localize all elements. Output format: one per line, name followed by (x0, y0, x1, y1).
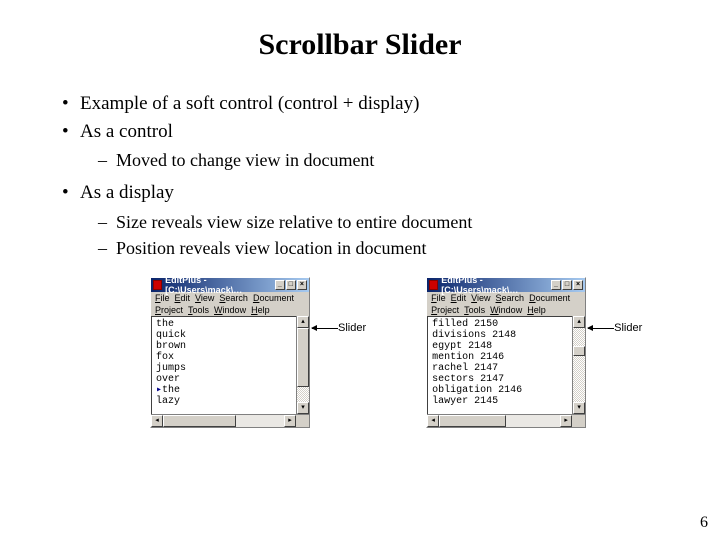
slider-callout: Slider (588, 322, 642, 334)
window-title: EditPlus - [C:\Users\mack\… (165, 275, 274, 295)
text-line: divisions 2148 (432, 330, 568, 341)
horizontal-scrollbar: ◂ ▸ (427, 414, 585, 427)
window-title: EditPlus - [C:\Users\mack\… (441, 275, 550, 295)
hscroll-track[interactable] (439, 415, 560, 427)
titlebar: EditPlus - [C:\Users\mack\… _ □ × (427, 278, 585, 292)
scroll-up-button[interactable]: ▴ (573, 316, 585, 328)
menubar-row2: Project Tools Window Help (427, 304, 585, 316)
text-line: fox (156, 352, 292, 363)
menu-tools[interactable]: Tools (464, 305, 485, 315)
arrow-icon (588, 328, 614, 329)
text-line: lawyer 2145 (432, 396, 568, 407)
menu-edit[interactable]: Edit (175, 293, 191, 303)
scroll-track[interactable] (573, 328, 585, 402)
menu-search[interactable]: Search (219, 293, 248, 303)
text-line: obligation 2146 (432, 385, 568, 396)
maximize-button[interactable]: □ (562, 280, 572, 290)
slide-title: Scrollbar Slider (40, 28, 680, 62)
menubar-row1: File Edit View Search Document (151, 292, 309, 304)
menu-help[interactable]: Help (251, 305, 270, 315)
close-button[interactable]: × (573, 280, 583, 290)
menu-tools[interactable]: Tools (188, 305, 209, 315)
menu-window[interactable]: Window (214, 305, 246, 315)
slider-callout: Slider (312, 322, 366, 334)
editor-window: EditPlus - [C:\Users\mack\… _ □ × File E… (426, 277, 586, 428)
callout-label: Slider (338, 322, 366, 334)
minimize-button[interactable]: _ (275, 280, 285, 290)
text-line: mention 2146 (432, 352, 568, 363)
minimize-button[interactable]: _ (551, 280, 561, 290)
scroll-left-button[interactable]: ◂ (151, 415, 163, 427)
figure-row: EditPlus - [C:\Users\mack\… _ □ × File E… (150, 277, 680, 428)
scroll-down-button[interactable]: ▾ (573, 402, 585, 414)
sub-bullet-item: Position reveals view location in docume… (116, 235, 680, 261)
menu-document[interactable]: Document (253, 293, 294, 303)
scroll-corner (572, 415, 585, 427)
menu-file[interactable]: File (155, 293, 170, 303)
vertical-scrollbar: ▴ ▾ (572, 316, 585, 414)
editor-window: EditPlus - [C:\Users\mack\… _ □ × File E… (150, 277, 310, 428)
maximize-button[interactable]: □ (286, 280, 296, 290)
sub-bullet-item: Moved to change view in document (116, 147, 680, 173)
scroll-track[interactable] (297, 328, 309, 402)
bullet-item: Example of a soft control (control + dis… (80, 90, 680, 118)
scroll-up-button[interactable]: ▴ (297, 316, 309, 328)
hscroll-thumb[interactable] (439, 415, 506, 427)
hscroll-track[interactable] (163, 415, 284, 427)
callout-label: Slider (614, 322, 642, 334)
text-line: rachel 2147 (432, 363, 568, 374)
bullet-item: As a control Moved to change view in doc… (80, 118, 680, 174)
app-icon (429, 280, 438, 290)
text-line: egypt 2148 (432, 341, 568, 352)
page-number: 6 (700, 514, 708, 532)
horizontal-scrollbar: ◂ ▸ (151, 414, 309, 427)
sub-bullet-item: Size reveals view size relative to entir… (116, 209, 680, 235)
menu-document[interactable]: Document (529, 293, 570, 303)
scroll-right-button[interactable]: ▸ (560, 415, 572, 427)
text-line: jumps (156, 363, 292, 374)
menu-view[interactable]: View (471, 293, 490, 303)
vertical-scrollbar: ▴ ▾ (296, 316, 309, 414)
text-line: lazy (156, 396, 292, 407)
menu-project[interactable]: Project (155, 305, 183, 315)
text-area[interactable]: the quick brown fox jumps over ▸the lazy (151, 316, 296, 414)
app-icon (153, 280, 162, 290)
close-button[interactable]: × (297, 280, 307, 290)
scroll-thumb[interactable] (573, 346, 585, 356)
text-line: over (156, 374, 292, 385)
bullet-item: As a display Size reveals view size rela… (80, 179, 680, 261)
text-line: filled 2150 (432, 319, 568, 330)
titlebar: EditPlus - [C:\Users\mack\… _ □ × (151, 278, 309, 292)
menubar-row1: File Edit View Search Document (427, 292, 585, 304)
scroll-right-button[interactable]: ▸ (284, 415, 296, 427)
figure-right: EditPlus - [C:\Users\mack\… _ □ × File E… (426, 277, 642, 428)
text-line: brown (156, 341, 292, 352)
menubar-row2: Project Tools Window Help (151, 304, 309, 316)
menu-project[interactable]: Project (431, 305, 459, 315)
menu-search[interactable]: Search (496, 293, 525, 303)
figure-left: EditPlus - [C:\Users\mack\… _ □ × File E… (150, 277, 366, 428)
text-line: sectors 2147 (432, 374, 568, 385)
text-line: ▸the (156, 385, 292, 396)
arrow-icon (312, 328, 338, 329)
menu-help[interactable]: Help (527, 305, 546, 315)
hscroll-thumb[interactable] (163, 415, 236, 427)
text-line: quick (156, 330, 292, 341)
scroll-corner (296, 415, 309, 427)
bullet-list: Example of a soft control (control + dis… (40, 90, 680, 261)
scroll-thumb[interactable] (297, 328, 309, 387)
text-area[interactable]: filled 2150 divisions 2148 egypt 2148 me… (427, 316, 572, 414)
menu-edit[interactable]: Edit (451, 293, 467, 303)
menu-file[interactable]: File (431, 293, 446, 303)
menu-window[interactable]: Window (490, 305, 522, 315)
text-line: the (156, 319, 292, 330)
menu-view[interactable]: View (195, 293, 214, 303)
scroll-left-button[interactable]: ◂ (427, 415, 439, 427)
scroll-down-button[interactable]: ▾ (297, 402, 309, 414)
